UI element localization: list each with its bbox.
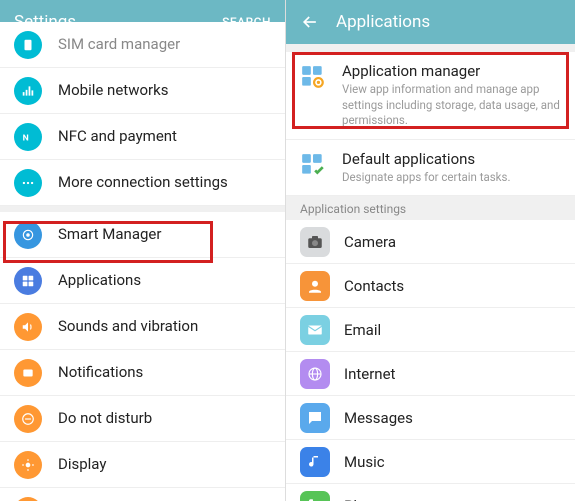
messages-icon [300, 403, 330, 433]
svg-text:N: N [23, 133, 29, 143]
list-item-mobile-networks[interactable]: Mobile networks [0, 68, 285, 114]
email-icon [300, 315, 330, 345]
app-label: Phone [344, 497, 387, 501]
app-row-phone[interactable]: Phone [286, 484, 575, 501]
edge-icon [14, 497, 42, 501]
list-label: Notifications [58, 363, 143, 383]
card-default-applications[interactable]: Default applications Designate apps for … [286, 140, 575, 197]
app-row-camera[interactable]: Camera [286, 220, 575, 264]
sim-icon [14, 31, 42, 59]
list-item-dnd[interactable]: Do not disturb [0, 396, 285, 442]
app-label: Messages [344, 409, 413, 427]
notif-icon [14, 359, 42, 387]
list-item-edge[interactable]: Edge screen [0, 488, 285, 501]
applications-title: Applications [336, 12, 561, 32]
list-item-applications[interactable]: Applications [0, 258, 285, 304]
list-label: Mobile networks [58, 81, 168, 101]
list-item-sim[interactable]: SIM card manager [0, 22, 285, 68]
settings-list: SIM card manager Mobile networks N NFC a… [0, 22, 285, 501]
card-subtitle: View app information and manage app sett… [342, 82, 561, 129]
camera-icon [300, 227, 330, 257]
app-label: Camera [344, 233, 396, 251]
app-label: Contacts [344, 277, 404, 295]
back-button[interactable] [300, 12, 320, 32]
app-manager-icon [300, 64, 328, 92]
music-icon [300, 447, 330, 477]
list-label: More connection settings [58, 173, 228, 193]
list-label: Do not disturb [58, 409, 152, 429]
contacts-icon [300, 271, 330, 301]
list-label: Display [58, 455, 106, 475]
list-label: Applications [58, 271, 141, 291]
app-label: Email [344, 321, 381, 339]
app-row-music[interactable]: Music [286, 440, 575, 484]
list-label: Sounds and vibration [58, 317, 198, 337]
list-item-more-connection[interactable]: More connection settings [0, 160, 285, 206]
phone-icon [300, 491, 330, 501]
app-label: Internet [344, 365, 395, 383]
card-application-manager[interactable]: Application manager View app information… [286, 52, 575, 140]
applications-header: Applications [286, 0, 575, 44]
list-item-sounds[interactable]: Sounds and vibration [0, 304, 285, 350]
list-item-smart-manager[interactable]: Smart Manager [0, 212, 285, 258]
signal-icon [14, 77, 42, 105]
app-row-contacts[interactable]: Contacts [286, 264, 575, 308]
nfc-icon: N [14, 123, 42, 151]
smartmgr-icon [14, 221, 42, 249]
app-row-email[interactable]: Email [286, 308, 575, 352]
card-subtitle: Designate apps for certain tasks. [342, 170, 510, 186]
more-icon [14, 169, 42, 197]
internet-icon [300, 359, 330, 389]
section-header-app-settings: Application settings [286, 196, 575, 220]
app-label: Music [344, 453, 385, 471]
app-row-messages[interactable]: Messages [286, 396, 575, 440]
sound-icon [14, 313, 42, 341]
list-label: SIM card manager [58, 35, 180, 55]
dnd-icon [14, 405, 42, 433]
list-item-nfc[interactable]: N NFC and payment [0, 114, 285, 160]
list-item-display[interactable]: Display [0, 442, 285, 488]
card-title: Default applications [342, 150, 510, 168]
app-row-internet[interactable]: Internet [286, 352, 575, 396]
list-label: Smart Manager [58, 225, 161, 245]
list-label: NFC and payment [58, 127, 177, 147]
default-apps-icon [300, 152, 328, 180]
apps-icon [14, 267, 42, 295]
display-icon [14, 451, 42, 479]
applications-panel: Applications Application manager View ap… [286, 0, 575, 501]
list-item-notifications[interactable]: Notifications [0, 350, 285, 396]
settings-panel: Settings SEARCH SIM card manager Mobile … [0, 0, 286, 501]
card-title: Application manager [342, 62, 561, 80]
